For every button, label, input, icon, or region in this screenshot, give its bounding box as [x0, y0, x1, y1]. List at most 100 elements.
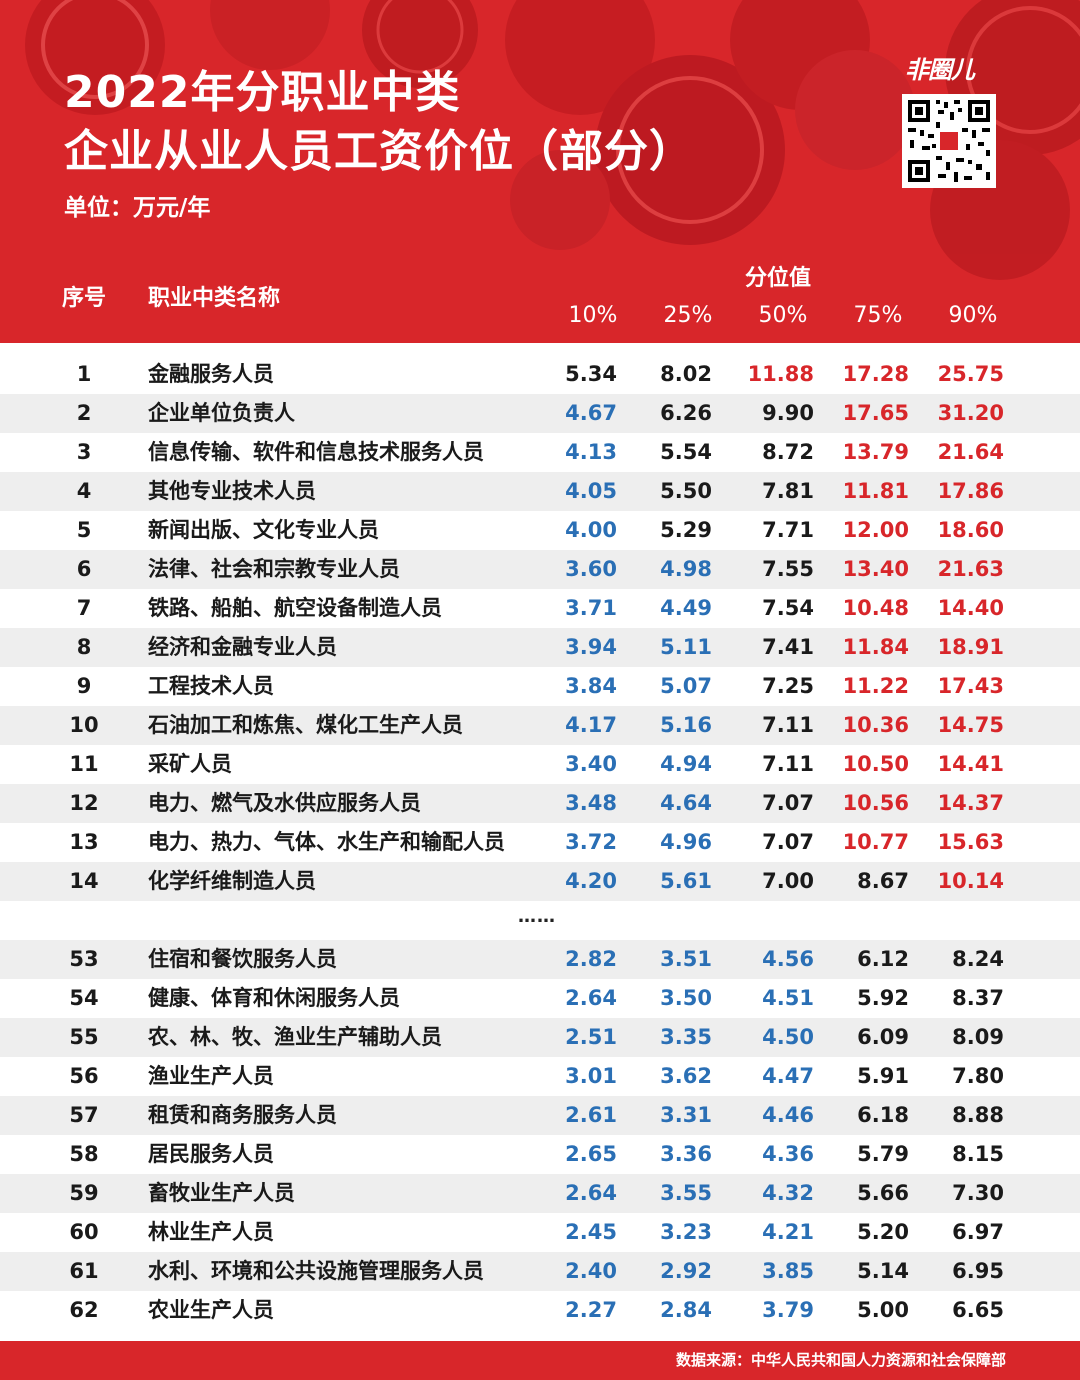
value-p75: 12.00 — [842, 518, 909, 542]
value-p10: 2.40 — [565, 1259, 617, 1283]
value-p10: 4.17 — [565, 713, 617, 737]
value-p75: 5.20 — [857, 1220, 909, 1244]
brand-logo: 非圈儿 — [905, 56, 975, 84]
occupation-name: 工程技术人员 — [148, 674, 274, 698]
value-p75: 13.40 — [842, 557, 909, 581]
column-header-p10: 10% — [568, 303, 618, 328]
value-p50: 4.21 — [762, 1220, 814, 1244]
row-index: 11 — [69, 752, 99, 776]
value-p10: 2.27 — [565, 1298, 617, 1322]
value-p50: 7.07 — [762, 830, 814, 854]
value-p75: 5.79 — [857, 1142, 909, 1166]
table-row: 62 农业生产人员 2.27 2.84 3.79 5.00 6.65 — [0, 1291, 1080, 1330]
value-p10: 2.45 — [565, 1220, 617, 1244]
table-row: 55 农、林、牧、渔业生产辅助人员 2.51 3.35 4.50 6.09 8.09 — [0, 1018, 1080, 1057]
table-row: 12 电力、燃气及水供应服务人员 3.48 4.64 7.07 10.56 14.37 — [0, 784, 1080, 823]
value-p50: 9.90 — [762, 401, 814, 425]
occupation-name: 电力、燃气及水供应服务人员 — [148, 791, 421, 815]
value-p90: 8.24 — [952, 947, 1004, 971]
value-p25: 6.26 — [660, 401, 712, 425]
value-p75: 17.28 — [842, 362, 909, 386]
value-p10: 2.64 — [565, 986, 617, 1010]
row-index: 8 — [76, 635, 92, 659]
value-p90: 21.64 — [937, 440, 1004, 464]
ellipsis-text: …… — [518, 906, 556, 927]
value-p75: 10.36 — [842, 713, 909, 737]
value-p75: 5.00 — [857, 1298, 909, 1322]
value-p25: 3.55 — [660, 1181, 712, 1205]
value-p90: 25.75 — [937, 362, 1004, 386]
occupation-name: 金融服务人员 — [148, 362, 274, 386]
table-row: 60 林业生产人员 2.45 3.23 4.21 5.20 6.97 — [0, 1213, 1080, 1252]
column-header-p75: 75% — [853, 303, 903, 328]
row-index: 12 — [69, 791, 99, 815]
table-row: 3 信息传输、软件和信息技术服务人员 4.13 5.54 8.72 13.79 21.64 — [0, 433, 1080, 472]
value-p25: 8.02 — [660, 362, 712, 386]
column-header-p50: 50% — [758, 303, 808, 328]
header-banner: 2022年分职业中类 企业从业人员工资价位（部分） 单位：万元/年 非圈儿 序号… — [0, 0, 1080, 343]
value-p75: 10.50 — [842, 752, 909, 776]
table-row: 6 法律、社会和宗教专业人员 3.60 4.98 7.55 13.40 21.63 — [0, 550, 1080, 589]
value-p50: 7.11 — [762, 752, 814, 776]
value-p10: 3.48 — [565, 791, 617, 815]
value-p90: 31.20 — [937, 401, 1004, 425]
occupation-name: 铁路、船舶、航空设备制造人员 — [148, 596, 442, 620]
value-p90: 15.63 — [937, 830, 1004, 854]
value-p50: 4.51 — [762, 986, 814, 1010]
value-p90: 17.43 — [937, 674, 1004, 698]
value-p10: 3.40 — [565, 752, 617, 776]
value-p10: 3.01 — [565, 1064, 617, 1088]
value-p75: 6.09 — [857, 1025, 909, 1049]
row-index: 13 — [69, 830, 99, 854]
value-p90: 8.37 — [952, 986, 1004, 1010]
row-index: 6 — [76, 557, 92, 581]
value-p75: 10.77 — [842, 830, 909, 854]
column-header-index: 序号 — [62, 286, 107, 311]
value-p50: 4.32 — [762, 1181, 814, 1205]
occupation-name: 电力、热力、气体、水生产和输配人员 — [148, 830, 505, 854]
value-p10: 2.82 — [565, 947, 617, 971]
value-p25: 3.23 — [660, 1220, 712, 1244]
row-index: 60 — [69, 1220, 99, 1244]
value-p10: 2.61 — [565, 1103, 617, 1127]
occupation-name: 畜牧业生产人员 — [148, 1181, 295, 1205]
value-p25: 4.64 — [660, 791, 712, 815]
value-p25: 3.51 — [660, 947, 712, 971]
occupation-name: 住宿和餐饮服务人员 — [148, 947, 337, 971]
row-index: 62 — [69, 1298, 99, 1322]
value-p25: 3.36 — [660, 1142, 712, 1166]
occupation-name: 渔业生产人员 — [148, 1064, 274, 1088]
value-p75: 5.14 — [857, 1259, 909, 1283]
occupation-name: 水利、环境和公共设施管理服务人员 — [148, 1259, 484, 1283]
value-p10: 3.94 — [565, 635, 617, 659]
value-p10: 2.51 — [565, 1025, 617, 1049]
table-row: 56 渔业生产人员 3.01 3.62 4.47 5.91 7.80 — [0, 1057, 1080, 1096]
value-p50: 4.47 — [762, 1064, 814, 1088]
value-p10: 4.20 — [565, 869, 617, 893]
table-row: 53 住宿和餐饮服务人员 2.82 3.51 4.56 6.12 8.24 — [0, 940, 1080, 979]
occupation-name: 化学纤维制造人员 — [148, 869, 316, 893]
occupation-name: 企业单位负责人 — [148, 401, 295, 425]
value-p25: 4.94 — [660, 752, 712, 776]
value-p50: 4.50 — [762, 1025, 814, 1049]
salary-table-body: 1 金融服务人员 5.34 8.02 11.88 17.28 25.75 2 企业单位负责人 4.… — [0, 355, 1080, 1330]
data-source-note: 数据来源：中华人民共和国人力资源和社会保障部 — [675, 1351, 1006, 1369]
value-p25: 5.54 — [660, 440, 712, 464]
value-p25: 3.62 — [660, 1064, 712, 1088]
value-p25: 2.92 — [660, 1259, 712, 1283]
table-row: 59 畜牧业生产人员 2.64 3.55 4.32 5.66 7.30 — [0, 1174, 1080, 1213]
occupation-name: 农、林、牧、渔业生产辅助人员 — [148, 1025, 442, 1049]
row-index: 53 — [69, 947, 99, 971]
value-p25: 4.96 — [660, 830, 712, 854]
row-index: 1 — [76, 362, 92, 386]
value-p10: 4.13 — [565, 440, 617, 464]
row-index: 55 — [69, 1025, 99, 1049]
value-p50: 7.11 — [762, 713, 814, 737]
value-p50: 7.00 — [762, 869, 814, 893]
table-row: 58 居民服务人员 2.65 3.36 4.36 5.79 8.15 — [0, 1135, 1080, 1174]
value-p10: 2.64 — [565, 1181, 617, 1205]
page-title-line-2: 企业从业人员工资价位（部分） — [64, 126, 694, 177]
row-index: 57 — [69, 1103, 99, 1127]
value-p10: 4.05 — [565, 479, 617, 503]
value-p90: 18.91 — [937, 635, 1004, 659]
